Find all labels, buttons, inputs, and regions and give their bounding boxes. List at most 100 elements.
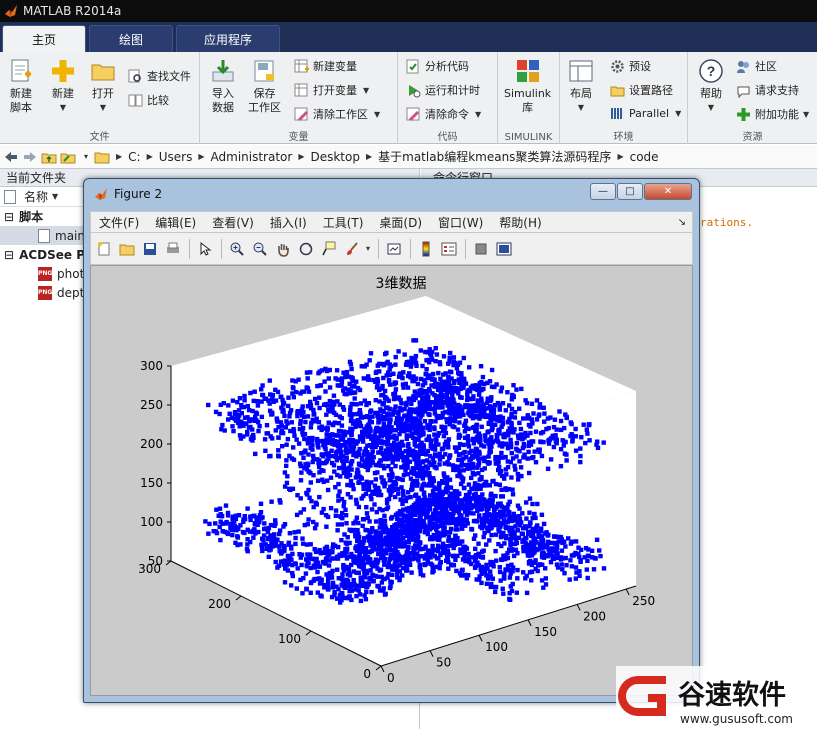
back-arrow-icon[interactable] (3, 149, 19, 165)
pan-icon[interactable] (274, 240, 292, 258)
request-support-button[interactable]: 请求支持 (736, 82, 799, 98)
menu-dock-icon[interactable]: ↘ (678, 217, 686, 228)
breadcrumb-item[interactable]: code (630, 150, 659, 164)
browse-folder-icon[interactable] (60, 149, 76, 165)
data-point (335, 596, 340, 601)
hide-plot-tools-icon[interactable] (472, 240, 490, 258)
legend-icon[interactable] (440, 240, 458, 258)
data-point (375, 487, 380, 493)
print-icon[interactable] (164, 240, 182, 258)
data-point (393, 354, 398, 360)
brush-icon[interactable] (343, 240, 361, 258)
data-point (581, 422, 586, 427)
set-path-icon (610, 86, 625, 96)
new-variable-button[interactable]: 新建变量 (294, 58, 357, 74)
preferences-button[interactable]: 预设 (610, 58, 651, 74)
breadcrumb-item[interactable]: C: (128, 150, 140, 164)
clear-workspace-label: 清除工作区 (313, 108, 368, 121)
menu-help[interactable]: 帮助(H) (491, 214, 549, 231)
data-point (441, 471, 446, 476)
simulink-library-button[interactable]: Simulink 库 (504, 58, 551, 115)
data-point (268, 547, 273, 552)
data-point (451, 381, 457, 386)
data-point (444, 396, 449, 401)
new-script-button[interactable]: 新建 脚本 (8, 58, 34, 115)
collapse-icon[interactable]: ⊟ (4, 210, 14, 224)
data-point (385, 564, 391, 570)
data-point (461, 468, 466, 473)
data-point (285, 474, 290, 479)
tab-apps[interactable]: 应用程序 (176, 25, 280, 52)
data-point (267, 378, 272, 383)
scatter-3d-chart[interactable]: 0 50 100 150 200 250 0 100 200 300 50 100 150 200 250 3… (91, 266, 694, 697)
run-and-time-button[interactable]: 运行和计时 (406, 82, 480, 98)
data-point (466, 551, 471, 557)
layout-label: 布局 (570, 87, 592, 100)
menu-window[interactable]: 窗口(W) (430, 214, 491, 231)
import-data-button[interactable]: 导入 数据 (210, 58, 236, 115)
colorbar-icon[interactable] (417, 240, 435, 258)
data-point (306, 517, 311, 522)
menu-edit[interactable]: 编辑(E) (147, 214, 204, 231)
data-point (268, 522, 274, 528)
breadcrumb-item[interactable]: Users (159, 150, 193, 164)
rotate-3d-icon[interactable] (297, 240, 315, 258)
parallel-button[interactable]: Parallel ▼ (610, 106, 681, 121)
collapse-icon[interactable]: ⊟ (4, 248, 14, 262)
tab-home[interactable]: 主页 (2, 25, 86, 52)
breadcrumb-item[interactable]: 基于matlab编程kmeans聚类算法源码程序 (378, 148, 611, 165)
data-point (375, 470, 380, 475)
zoom-out-icon[interactable] (251, 240, 269, 258)
open-button[interactable]: 打开 ▼ (90, 58, 116, 115)
menu-insert[interactable]: 插入(I) (262, 214, 315, 231)
forward-arrow-icon[interactable] (22, 149, 38, 165)
new-button[interactable]: 新建 ▼ (50, 58, 76, 115)
find-files-label: 查找文件 (147, 70, 191, 83)
data-point (391, 479, 396, 485)
menu-file[interactable]: 文件(F) (91, 214, 147, 231)
up-folder-icon[interactable] (41, 149, 57, 165)
chevron-down-icon[interactable]: ▾ (366, 244, 370, 253)
save-icon[interactable] (141, 240, 159, 258)
data-point (262, 437, 268, 442)
menu-tools[interactable]: 工具(T) (315, 214, 372, 231)
link-icon[interactable] (385, 240, 403, 258)
add-ons-button[interactable]: 附加功能 ▼ (736, 106, 809, 122)
clear-commands-button[interactable]: 清除命令 ▼ (406, 106, 481, 122)
data-point (317, 464, 322, 470)
figure-canvas[interactable]: 0 50 100 150 200 250 0 100 200 300 50 100 150 200 250 3… (90, 265, 693, 696)
minimize-button[interactable]: — (590, 183, 616, 200)
save-workspace-button[interactable]: 保存 工作区 (248, 58, 281, 115)
data-point (437, 462, 442, 467)
maximize-button[interactable]: □ (617, 183, 643, 200)
data-point (325, 487, 331, 493)
breadcrumb-item[interactable]: Desktop (310, 150, 360, 164)
data-point (383, 416, 388, 422)
close-button[interactable]: ✕ (644, 183, 692, 200)
layout-button[interactable]: 布局 ▼ (568, 58, 594, 115)
data-point (381, 430, 386, 436)
open-icon[interactable] (118, 240, 136, 258)
help-button[interactable]: ? 帮助 ▼ (698, 58, 724, 115)
find-files-button[interactable]: 查找文件 (128, 68, 191, 84)
new-figure-icon[interactable] (95, 240, 113, 258)
compare-button[interactable]: 比较 (128, 92, 169, 108)
menu-view[interactable]: 查看(V) (204, 214, 262, 231)
tab-plots[interactable]: 绘图 (89, 25, 173, 52)
set-path-button[interactable]: 设置路径 (610, 82, 673, 98)
data-point (270, 392, 276, 398)
menu-desktop[interactable]: 桌面(D) (371, 214, 430, 231)
data-point (461, 376, 467, 381)
data-point (454, 366, 460, 371)
pointer-icon[interactable] (196, 240, 214, 258)
show-plot-tools-icon[interactable] (495, 240, 513, 258)
data-point (393, 539, 398, 545)
community-button[interactable]: 社区 (736, 58, 777, 74)
data-cursor-icon[interactable] (320, 240, 338, 258)
open-variable-button[interactable]: 打开变量 ▼ (294, 82, 369, 98)
zoom-in-icon[interactable] (228, 240, 246, 258)
clear-workspace-button[interactable]: 清除工作区 ▼ (294, 106, 380, 122)
data-point (383, 523, 388, 528)
breadcrumb-item[interactable]: Administrator (211, 150, 293, 164)
analyze-code-button[interactable]: 分析代码 (406, 58, 469, 74)
